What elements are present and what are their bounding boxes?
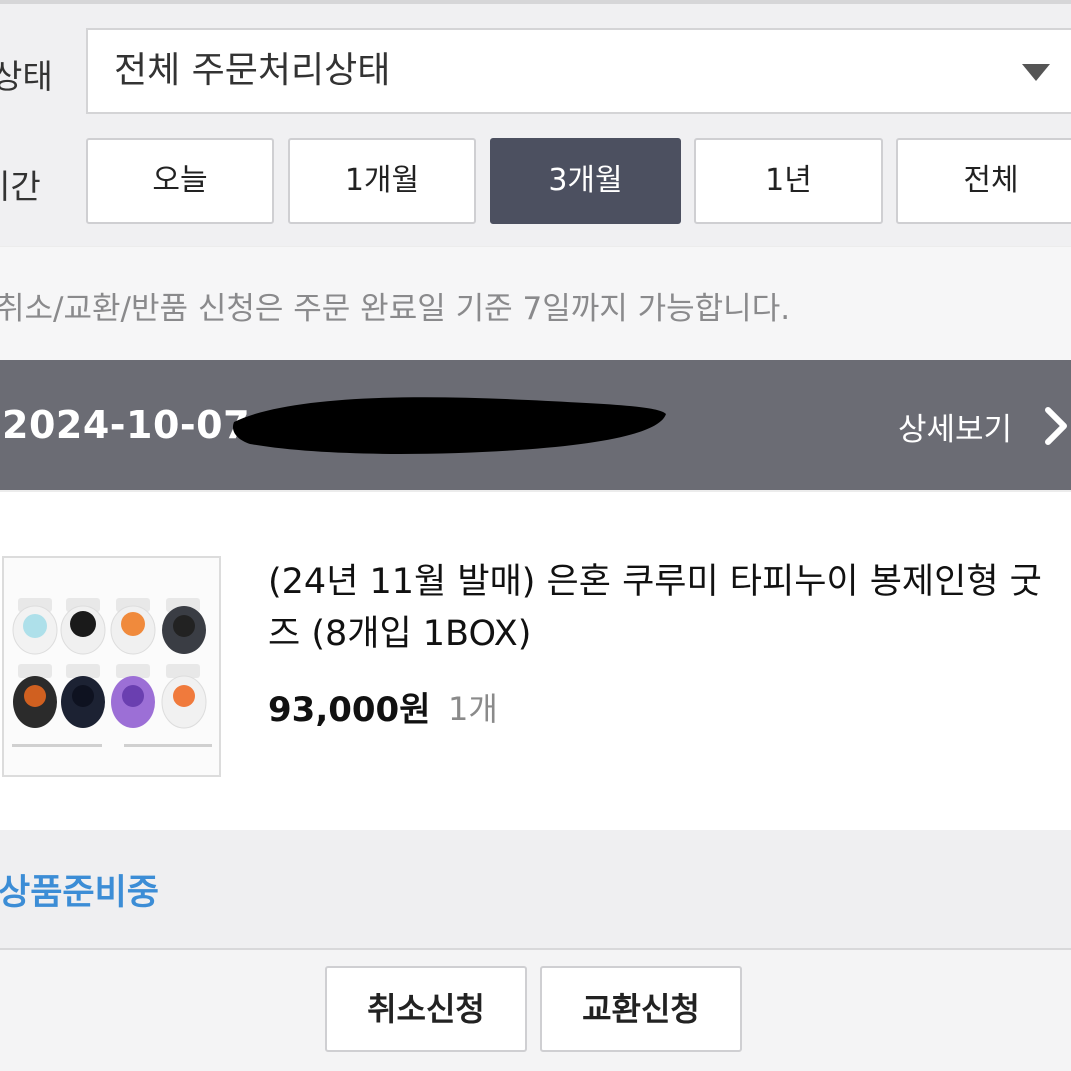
redaction-mark xyxy=(232,397,667,454)
order-status-strip xyxy=(0,830,1071,948)
product-plush-grid-image xyxy=(4,558,219,775)
plush-item xyxy=(111,664,155,728)
period-3months-button[interactable]: 3개월 xyxy=(490,138,681,224)
order-date: 2024-10-07 xyxy=(2,403,251,447)
period-today-button[interactable]: 오늘 xyxy=(86,138,274,224)
cancel-request-button[interactable]: 취소신청 xyxy=(325,966,527,1052)
period-filter-label: 기간 xyxy=(0,167,41,206)
plush-item xyxy=(110,598,156,655)
cancellation-notice: 취소/교환/반품 신청은 주문 완료일 기준 7일까지 가능합니다. xyxy=(0,291,791,327)
plush-item xyxy=(13,664,57,728)
plush-item xyxy=(12,598,58,655)
order-status-select[interactable]: 전체 주문처리상태 xyxy=(86,28,1071,114)
dropdown-arrow-icon xyxy=(1022,64,1050,81)
chevron-right-icon[interactable] xyxy=(1042,406,1071,446)
product-price: 93,000원 xyxy=(268,690,431,730)
exchange-request-button[interactable]: 교환신청 xyxy=(540,966,742,1052)
product-quantity: 1개 xyxy=(448,690,498,728)
status-filter-label: 상태 xyxy=(0,57,53,96)
order-detail-link[interactable]: 상세보기 xyxy=(898,404,1012,449)
plush-item xyxy=(61,664,105,728)
order-status-select-value: 전체 주문처리상태 xyxy=(114,50,391,91)
order-status-text: 상품준비중 xyxy=(0,873,160,913)
plush-item xyxy=(161,664,207,729)
period-1month-button[interactable]: 1개월 xyxy=(288,138,476,224)
product-thumbnail[interactable] xyxy=(2,556,221,777)
product-title[interactable]: (24년 11월 발매) 은혼 쿠루미 타피누이 봉제인형 굿즈 (8개입 1B… xyxy=(268,556,1068,660)
period-1year-button[interactable]: 1년 xyxy=(694,138,883,224)
action-area xyxy=(0,950,1071,1071)
period-all-button[interactable]: 전체 xyxy=(896,138,1071,224)
plush-item xyxy=(60,598,106,655)
plush-item xyxy=(162,598,206,654)
